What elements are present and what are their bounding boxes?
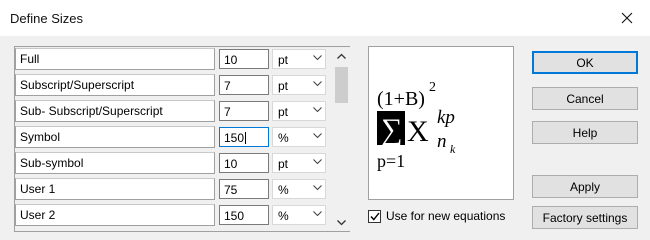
size-value-input[interactable]: 75 <box>219 179 269 199</box>
ok-button[interactable]: OK <box>532 51 638 74</box>
dialog-body: Full 10 pt Subscript/Superscript 7 pt Su… <box>0 36 650 240</box>
size-value-input[interactable]: 150 <box>219 205 269 225</box>
unit-dropdown[interactable]: % <box>272 179 326 199</box>
size-row-sub-symbol: Sub-symbol 10 pt <box>15 152 333 174</box>
size-row-subscript: Subscript/Superscript 7 pt <box>15 74 333 96</box>
size-label: Sub- Subscript/Superscript <box>15 100 215 122</box>
size-value-input[interactable]: 10 <box>219 49 269 69</box>
summation-symbol: ∑ <box>381 113 402 146</box>
unit-value: % <box>278 209 289 223</box>
unit-dropdown[interactable]: % <box>272 127 326 147</box>
text-cursor <box>245 132 247 144</box>
unit-value: % <box>278 131 289 145</box>
unit-dropdown[interactable]: % <box>272 205 326 225</box>
dialog-title: Define Sizes <box>10 11 83 26</box>
size-label: User 2 <box>15 204 215 226</box>
unit-dropdown[interactable]: pt <box>272 49 326 69</box>
chevron-down-icon <box>313 211 322 217</box>
size-row-user-1: User 1 75 % <box>15 178 333 200</box>
size-value-input[interactable]: 150 <box>219 127 269 147</box>
sizes-list: Full 10 pt Subscript/Superscript 7 pt Su… <box>14 46 350 232</box>
size-label: Sub-symbol <box>15 152 215 174</box>
chevron-down-icon <box>313 185 322 191</box>
chevron-up-icon <box>337 53 346 59</box>
size-row-sub-subscript: Sub- Subscript/Superscript 7 pt <box>15 100 333 122</box>
equation-base-exponent: 2 <box>429 80 436 95</box>
size-row-user-2: User 2 150 % <box>15 204 333 226</box>
chevron-down-icon <box>313 133 322 139</box>
use-for-new-equations-checkbox[interactable] <box>368 209 381 223</box>
size-label: User 1 <box>15 178 215 200</box>
equation-superscript: kp <box>437 107 455 128</box>
size-row-full: Full 10 pt <box>15 48 333 70</box>
vertical-scrollbar[interactable] <box>333 47 350 231</box>
factory-settings-button[interactable]: Factory settings <box>532 206 638 229</box>
unit-value: pt <box>278 157 289 171</box>
scroll-up-button[interactable] <box>333 47 350 64</box>
unit-value: pt <box>278 105 289 119</box>
help-button[interactable]: Help <box>532 121 638 144</box>
unit-dropdown[interactable]: pt <box>272 153 326 173</box>
equation-preview-graphic: (1+B) 2 ∑ X kp n k p=1 <box>377 80 456 171</box>
close-button[interactable] <box>604 0 650 36</box>
chevron-down-icon <box>313 55 322 61</box>
chevron-down-icon <box>313 107 322 113</box>
size-value-input[interactable]: 7 <box>219 75 269 95</box>
equation-variable: X <box>407 115 429 148</box>
checkbox-label: Use for new equations <box>386 209 506 223</box>
equation-base: (1+B) <box>377 88 425 110</box>
unit-value: pt <box>278 53 289 67</box>
size-value-input[interactable]: 7 <box>219 101 269 121</box>
scroll-thumb[interactable] <box>335 67 348 103</box>
unit-value: pt <box>278 79 289 93</box>
unit-dropdown[interactable]: pt <box>272 75 326 95</box>
checkmark-icon <box>369 212 380 221</box>
scroll-down-button[interactable] <box>333 214 350 231</box>
use-for-new-equations-option[interactable]: Use for new equations <box>368 208 505 224</box>
size-label: Full <box>15 48 215 70</box>
unit-dropdown[interactable]: pt <box>272 101 326 121</box>
chevron-down-icon <box>337 219 346 225</box>
size-label: Symbol <box>15 126 215 148</box>
size-label: Subscript/Superscript <box>15 74 215 96</box>
chevron-down-icon <box>313 159 322 165</box>
size-row-symbol: Symbol 150 % <box>15 126 333 148</box>
title-bar: Define Sizes <box>0 0 650 36</box>
summation-lower-limit: p=1 <box>377 151 405 171</box>
apply-button[interactable]: Apply <box>532 175 638 198</box>
equation-subscript: n <box>437 131 447 152</box>
equation-sub-subscript: k <box>450 142 456 156</box>
size-value-input[interactable]: 10 <box>219 153 269 173</box>
cancel-button[interactable]: Cancel <box>532 87 638 110</box>
size-value-text: 150 <box>224 131 245 145</box>
unit-value: % <box>278 183 289 197</box>
close-icon <box>621 12 633 24</box>
chevron-down-icon <box>313 81 322 87</box>
equation-preview: (1+B) 2 ∑ X kp n k p=1 <box>368 46 514 200</box>
